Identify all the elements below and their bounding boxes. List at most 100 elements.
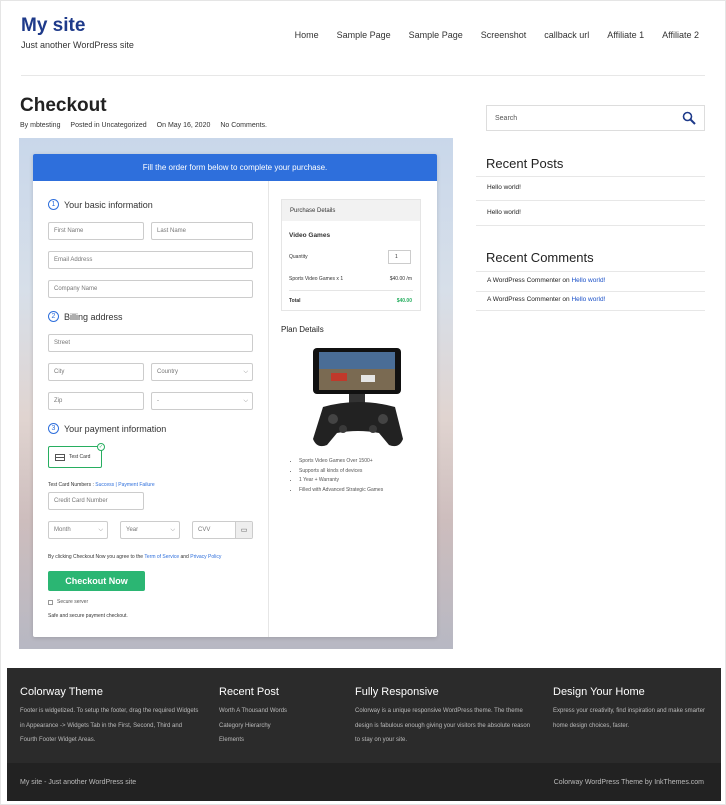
plan-feature: Filled with Advanced Strategic Games <box>299 486 383 496</box>
gamepad-phone-image <box>313 348 403 447</box>
footer-col-title: Recent Post <box>219 686 279 698</box>
credit-card-icon <box>55 453 65 461</box>
checkout-form-card: Fill the order form below to complete yo… <box>33 154 437 637</box>
recent-comment-item: A WordPress Commenter on Hello world! <box>487 296 605 303</box>
plan-feature: Supports all kinds of devices <box>299 467 383 477</box>
page-frame: My site Just another WordPress site Home… <box>0 0 726 805</box>
street-field[interactable]: Street <box>48 334 253 352</box>
nav-screenshot[interactable]: Screenshot <box>481 30 527 40</box>
state-select-value: - <box>157 398 159 404</box>
footer-col-responsive: Fully Responsive Colorway is a unique re… <box>355 686 535 748</box>
footer-post-link[interactable]: Elements <box>219 733 339 748</box>
footer-col-colorway: Colorway Theme Footer is widgetized. To … <box>20 686 200 748</box>
comment-post-link[interactable]: Hello world! <box>571 296 605 303</box>
safe-checkout-text: Safe and secure payment checkout. <box>48 613 128 619</box>
link-separator: | <box>115 482 117 488</box>
year-select[interactable]: Year ⌵ <box>120 521 180 539</box>
site-tagline: Just another WordPress site <box>21 40 134 50</box>
post-meta: By mbtesting Posted in Uncategorized On … <box>20 122 275 129</box>
post-date[interactable]: On May 16, 2020 <box>157 122 211 129</box>
site-title[interactable]: My site <box>21 15 85 37</box>
post-author[interactable]: By mbtesting <box>20 122 60 129</box>
search-icon[interactable] <box>682 111 696 125</box>
privacy-policy-link[interactable]: Privacy Policy <box>190 554 221 560</box>
footer-col-text: Footer is widgetized. To setup the foote… <box>20 708 199 743</box>
chevron-down-icon: ⌵ <box>98 527 103 533</box>
secure-server: Secure server <box>48 599 88 605</box>
first-name-field[interactable]: First Name <box>48 222 144 240</box>
footer-col-title: Colorway Theme <box>20 686 103 698</box>
nav-sample-page-2[interactable]: Sample Page <box>409 30 463 40</box>
terms-and: and <box>180 554 189 560</box>
comment-author: A WordPress Commenter <box>487 277 561 284</box>
recent-comments-title: Recent Comments <box>486 250 594 265</box>
plan-feature: 1 Year + Warranty <box>299 476 383 486</box>
nav-affiliate-2[interactable]: Affiliate 2 <box>662 30 699 40</box>
step-billing-address: 2 Billing address <box>48 311 123 322</box>
total-label: Total <box>289 298 301 304</box>
footer-col-text: Colorway is a unique responsive WordPres… <box>355 708 531 743</box>
plan-feature: Sports Video Games Over 1500+ <box>299 457 383 467</box>
test-card-option[interactable]: Test Card ✓ <box>48 443 105 468</box>
nav-home[interactable]: Home <box>295 30 319 40</box>
email-field[interactable]: Email Address <box>48 251 253 269</box>
quantity-input[interactable]: 1 <box>388 250 411 264</box>
check-icon: ✓ <box>97 443 105 451</box>
search-input[interactable]: Search <box>486 105 705 131</box>
quantity-label: Quantity <box>289 254 308 260</box>
post-comments[interactable]: No Comments. <box>220 122 267 129</box>
sidebar-divider <box>476 291 705 292</box>
chevron-down-icon: ⌵ <box>170 527 175 533</box>
purchase-details-header: Purchase Details <box>282 200 420 221</box>
page-title: Checkout <box>20 95 107 116</box>
line-item-price: $40.00 /m <box>389 276 412 282</box>
card-number-field[interactable]: Credit Card Number <box>48 492 144 510</box>
chevron-down-icon: ⌵ <box>243 398 248 404</box>
state-select[interactable]: - ⌵ <box>151 392 253 410</box>
footer-post-link[interactable]: Worth A Thousand Words <box>219 704 339 719</box>
city-field[interactable]: City <box>48 363 144 381</box>
footer-col-design-home: Design Your Home Express your creativity… <box>553 686 713 733</box>
country-select[interactable]: Country ⌵ <box>151 363 253 381</box>
footer-post-link[interactable]: Category Hierarchy <box>219 719 339 734</box>
step-payment-info: 3 Your payment information <box>48 423 166 434</box>
recent-post-item[interactable]: Hello world! <box>487 209 521 216</box>
zip-field[interactable]: Zip <box>48 392 144 410</box>
footer-col-text: Express your creativity, find inspiratio… <box>553 708 705 729</box>
nav-callback-url[interactable]: callback url <box>544 30 589 40</box>
recent-comment-item: A WordPress Commenter on Hello world! <box>487 277 605 284</box>
payment-failure-link[interactable]: Payment Failure <box>118 482 154 488</box>
purchase-divider <box>289 290 413 291</box>
credit-card-icon: ▭ <box>235 522 252 538</box>
sidebar-divider <box>476 271 705 272</box>
comment-on: on <box>562 277 570 284</box>
nav-affiliate-1[interactable]: Affiliate 1 <box>607 30 644 40</box>
secure-server-label: Secure server <box>57 599 89 605</box>
month-select-value: Month <box>54 527 71 533</box>
recent-post-item[interactable]: Hello world! <box>487 184 521 191</box>
step-number: 2 <box>48 311 59 322</box>
year-select-value: Year <box>126 527 139 533</box>
company-field[interactable]: Company Name <box>48 280 253 298</box>
comment-on: on <box>562 296 570 303</box>
form-banner: Fill the order form below to complete yo… <box>33 154 437 181</box>
last-name-field[interactable]: Last Name <box>151 222 253 240</box>
plan-features-list: Sports Video Games Over 1500+ Supports a… <box>299 457 383 495</box>
main-nav: Home Sample Page Sample Page Screenshot … <box>277 30 699 40</box>
success-link[interactable]: Success <box>95 482 114 488</box>
comment-post-link[interactable]: Hello world! <box>571 277 605 284</box>
checkout-now-button[interactable]: Checkout Now <box>48 571 145 591</box>
recent-posts-title: Recent Posts <box>486 156 564 171</box>
post-category[interactable]: Posted in Uncategorized <box>70 122 146 129</box>
test-card-label: Test Card <box>69 454 91 460</box>
footer-col-title: Fully Responsive <box>355 686 439 698</box>
cvv-field[interactable]: CVV ▭ <box>192 521 253 539</box>
footer-col-recent-post: Recent Post Worth A Thousand Words Categ… <box>219 686 339 748</box>
header-divider <box>21 75 705 76</box>
month-select[interactable]: Month ⌵ <box>48 521 108 539</box>
footer-theme-credit[interactable]: Colorway WordPress Theme by InkThemes.co… <box>554 779 704 786</box>
terms-of-service-link[interactable]: Term of Service <box>144 554 179 560</box>
step-basic-info: 1 Your basic information <box>48 199 153 210</box>
country-select-value: Country <box>157 369 179 375</box>
nav-sample-page-1[interactable]: Sample Page <box>337 30 391 40</box>
